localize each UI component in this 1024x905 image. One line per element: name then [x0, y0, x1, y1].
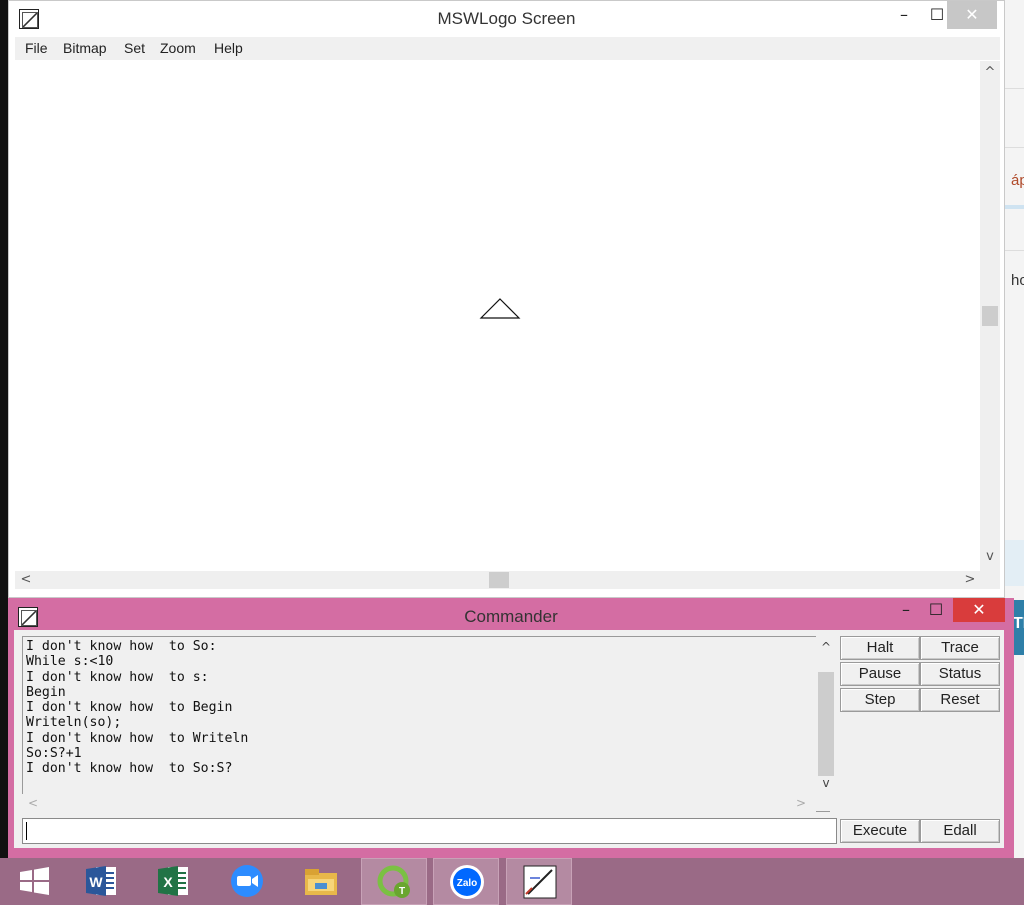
mswlogo-screen-window: MSWLogo Screen – ☐ ✕ File Bitmap Set Zoo… [8, 0, 1005, 598]
zalo-icon[interactable]: Zalo [433, 858, 499, 905]
mswlogo-icon[interactable] [506, 858, 572, 905]
window-title: MSWLogo Screen [437, 9, 576, 28]
maximize-button[interactable]: ☐ [914, 598, 958, 622]
scroll-down-icon[interactable]: v [816, 776, 836, 790]
background-text: ho [1011, 272, 1024, 289]
windows-start-icon[interactable] [3, 858, 69, 905]
close-button[interactable]: ✕ [953, 598, 1005, 622]
output-line: So:S?+1 [26, 746, 82, 762]
scrollbar-thumb[interactable] [982, 306, 998, 326]
menu-file[interactable]: File [25, 40, 48, 56]
scroll-right-icon[interactable]: > [961, 571, 979, 589]
trace-button[interactable]: Trace [920, 636, 1000, 660]
horizontal-scrollbar[interactable]: < > [15, 571, 980, 589]
taskbar: W X T Zalo [0, 858, 1024, 905]
reset-button[interactable]: Reset [920, 688, 1000, 712]
excel-icon[interactable]: X [141, 858, 207, 905]
word-icon[interactable]: W [69, 858, 135, 905]
output-history[interactable]: I don't know how to So: While s:<10 I don'… [22, 636, 830, 812]
commander-window: Commander – ☐ ✕ I don't know how to So: W… [8, 598, 1014, 858]
file-explorer-icon[interactable] [288, 858, 354, 905]
background-divider [1005, 205, 1024, 209]
close-button[interactable]: ✕ [947, 1, 997, 29]
green-app-icon[interactable]: T [361, 858, 427, 905]
command-input[interactable] [22, 818, 837, 844]
menu-help[interactable]: Help [214, 40, 243, 56]
menu-bitmap[interactable]: Bitmap [63, 40, 107, 56]
output-line: Begin [26, 684, 66, 700]
output-text: I don't know how to So: While s:<10 I don'… [26, 639, 811, 797]
edall-button[interactable]: Edall [920, 819, 1000, 843]
svg-text:X: X [163, 874, 173, 890]
scroll-down-icon[interactable]: v [980, 549, 1000, 564]
background-band [1005, 540, 1024, 586]
pause-button[interactable]: Pause [840, 662, 920, 686]
menu-bar: File Bitmap Set Zoom Help [15, 37, 1000, 60]
output-line: While s:<10 [26, 654, 114, 670]
text-caret [26, 822, 27, 840]
output-line: Writeln(so); [26, 715, 122, 731]
background-divider [1005, 250, 1024, 251]
title-bar[interactable]: MSWLogo Screen – ☐ ✕ [9, 1, 1004, 37]
scrollbar-thumb[interactable] [489, 572, 509, 588]
svg-text:T: T [399, 886, 405, 897]
scroll-right-icon[interactable]: > [792, 794, 810, 812]
output-line: I don't know how to s: [26, 669, 209, 685]
output-vertical-scrollbar[interactable]: ^ v [816, 636, 836, 794]
output-line: I don't know how to So:S? [26, 761, 233, 777]
output-line: I don't know how to So: [26, 639, 217, 654]
turtle-icon [479, 298, 521, 319]
scroll-up-icon[interactable]: ^ [816, 640, 836, 654]
background-text: TI [1013, 615, 1024, 632]
commander-body: I don't know how to So: While s:<10 I don'… [14, 630, 1004, 848]
vertical-scrollbar[interactable]: ^ v [980, 61, 1000, 571]
background-panel [1005, 88, 1024, 148]
background-text: áp [1011, 172, 1024, 189]
menu-zoom[interactable]: Zoom [160, 40, 196, 56]
scroll-left-icon[interactable]: < [24, 794, 42, 812]
execute-button[interactable]: Execute [840, 819, 920, 843]
scrollbar-thumb[interactable] [818, 672, 834, 776]
desktop-edge [0, 0, 8, 858]
commander-title: Commander [464, 607, 558, 626]
output-line: I don't know how to Begin [26, 700, 233, 716]
status-button[interactable]: Status [920, 662, 1000, 686]
scroll-left-icon[interactable]: < [17, 571, 35, 589]
output-horizontal-scrollbar[interactable]: < > [22, 794, 816, 812]
scroll-up-icon[interactable]: ^ [980, 65, 1000, 80]
zoom-icon[interactable] [214, 858, 280, 905]
zalo-label: Zalo [457, 878, 478, 889]
halt-button[interactable]: Halt [840, 636, 920, 660]
output-line: I don't know how to Writeln [26, 730, 249, 746]
drawing-canvas[interactable] [15, 61, 980, 571]
svg-text:W: W [89, 874, 103, 890]
resize-grip-icon[interactable] [980, 571, 1000, 589]
menu-set[interactable]: Set [124, 40, 145, 56]
step-button[interactable]: Step [840, 688, 920, 712]
